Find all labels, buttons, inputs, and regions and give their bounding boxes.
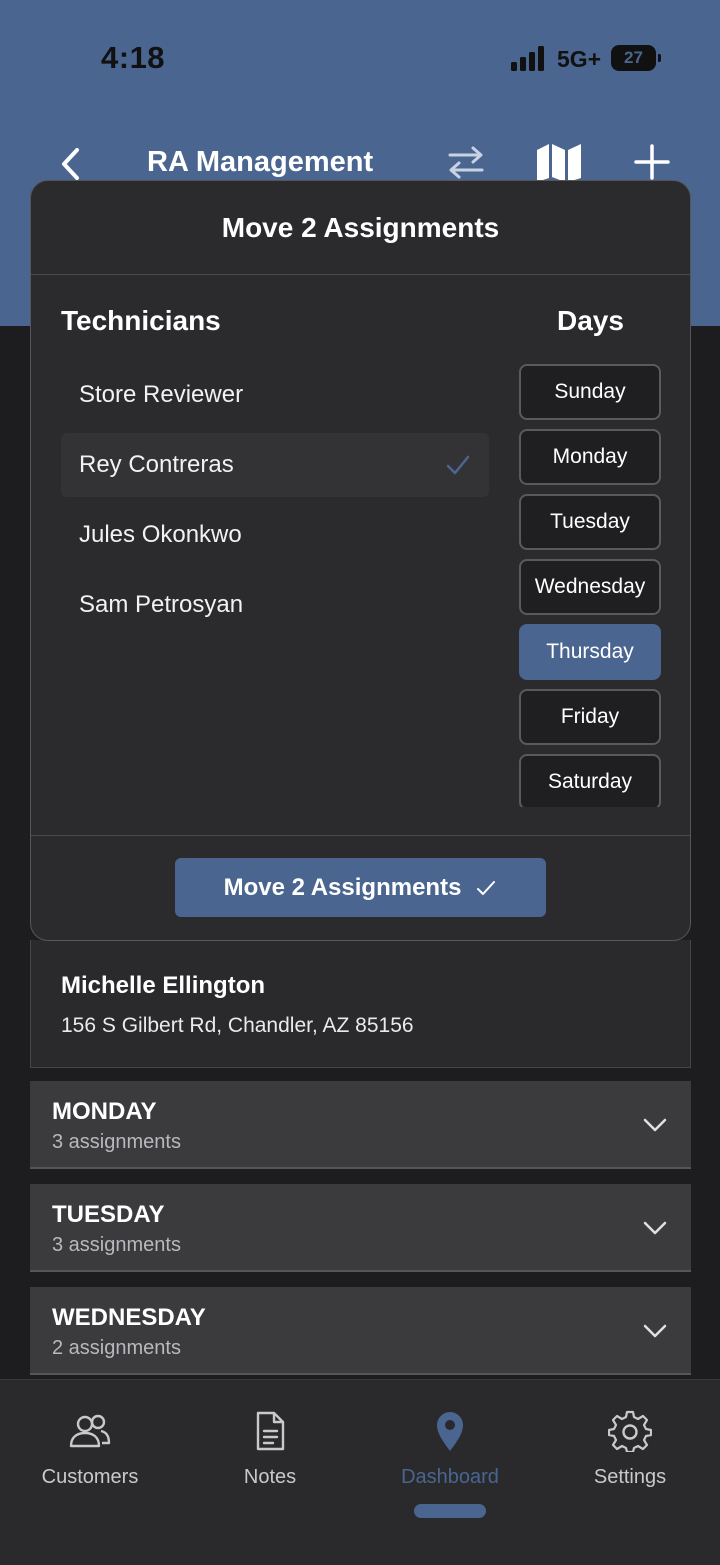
location-pin-icon xyxy=(437,1412,463,1451)
battery-icon: 27 xyxy=(611,45,661,71)
day-section-count: 3 assignments xyxy=(52,1131,181,1153)
day-button-tuesday[interactable]: Tuesday xyxy=(519,494,661,550)
customer-name: Michelle Ellington xyxy=(61,972,266,999)
map-icon[interactable] xyxy=(534,140,584,184)
technician-item[interactable]: Store Reviewer xyxy=(61,363,489,427)
modal-title: Move 2 Assignments xyxy=(31,181,690,275)
technician-item[interactable]: Sam Petrosyan xyxy=(61,573,489,637)
checkmark-icon xyxy=(446,455,470,475)
tab-label: Dashboard xyxy=(401,1466,499,1488)
move-assignments-modal: Move 2 Assignments Technicians Days Stor… xyxy=(30,180,691,941)
day-section-title: TUESDAY xyxy=(52,1201,165,1228)
customers-icon xyxy=(69,1414,111,1448)
move-assignments-button[interactable]: Move 2 Assignments xyxy=(175,858,546,917)
tab-notes[interactable]: Notes xyxy=(180,1410,360,1489)
day-button-monday[interactable]: Monday xyxy=(519,429,661,485)
day-section-wednesday[interactable]: WEDNESDAY 2 assignments xyxy=(30,1287,691,1375)
chevron-down-icon[interactable] xyxy=(641,1214,669,1242)
day-button-friday[interactable]: Friday xyxy=(519,689,661,745)
tab-label: Settings xyxy=(593,1466,667,1488)
chevron-down-icon[interactable] xyxy=(641,1111,669,1139)
technician-name: Rey Contreras xyxy=(79,451,234,478)
tab-settings[interactable]: Settings xyxy=(540,1410,720,1489)
days-heading: Days xyxy=(557,305,624,336)
technician-name: Store Reviewer xyxy=(79,381,244,408)
status-time: 4:18 xyxy=(101,40,166,75)
day-section-count: 2 assignments xyxy=(52,1337,181,1359)
tab-label: Notes xyxy=(243,1466,297,1488)
swap-icon[interactable] xyxy=(444,140,488,184)
tab-customers[interactable]: Customers xyxy=(0,1410,180,1489)
technician-item-selected[interactable]: Rey Contreras xyxy=(61,433,489,497)
day-section-tuesday[interactable]: TUESDAY 3 assignments xyxy=(30,1184,691,1272)
customer-card[interactable]: Michelle Ellington 156 S Gilbert Rd, Cha… xyxy=(30,940,691,1068)
technician-item[interactable]: Jules Okonkwo xyxy=(61,503,489,567)
add-icon[interactable] xyxy=(630,140,674,184)
days-list: Sunday Monday Tuesday Wednesday Thursday… xyxy=(519,364,663,807)
customer-address: 156 S Gilbert Rd, Chandler, AZ 85156 xyxy=(61,1014,414,1037)
gear-icon xyxy=(608,1410,652,1452)
day-section-title: WEDNESDAY xyxy=(52,1304,206,1331)
cellular-signal-icon xyxy=(511,45,547,71)
day-button-wednesday[interactable]: Wednesday xyxy=(519,559,661,615)
day-section-title: MONDAY xyxy=(52,1098,157,1125)
notes-icon xyxy=(256,1411,285,1451)
tab-label: Customers xyxy=(41,1466,139,1488)
day-button-thursday[interactable]: Thursday xyxy=(519,624,661,680)
day-button-saturday[interactable]: Saturday xyxy=(519,754,661,807)
page-title: RA Management xyxy=(147,146,374,178)
day-section-monday[interactable]: MONDAY 3 assignments xyxy=(30,1081,691,1169)
tab-bar: Customers Notes Dashboard Settings xyxy=(0,1379,720,1565)
day-button-sunday[interactable]: Sunday xyxy=(519,364,661,420)
network-label: 5G+ xyxy=(557,46,602,72)
technician-list: Store Reviewer Rey Contreras Jules Okonk… xyxy=(61,363,489,643)
tab-dashboard[interactable]: Dashboard xyxy=(360,1410,540,1489)
technician-name: Sam Petrosyan xyxy=(79,591,244,618)
chevron-down-icon[interactable] xyxy=(641,1317,669,1345)
technician-name: Jules Okonkwo xyxy=(79,521,242,548)
modal-footer: Move 2 Assignments xyxy=(31,835,690,940)
move-button-label: Move 2 Assignments xyxy=(223,873,462,901)
active-tab-indicator xyxy=(414,1504,486,1518)
day-section-count: 3 assignments xyxy=(52,1234,181,1256)
technicians-heading: Technicians xyxy=(61,305,221,336)
checkmark-icon xyxy=(477,880,496,895)
